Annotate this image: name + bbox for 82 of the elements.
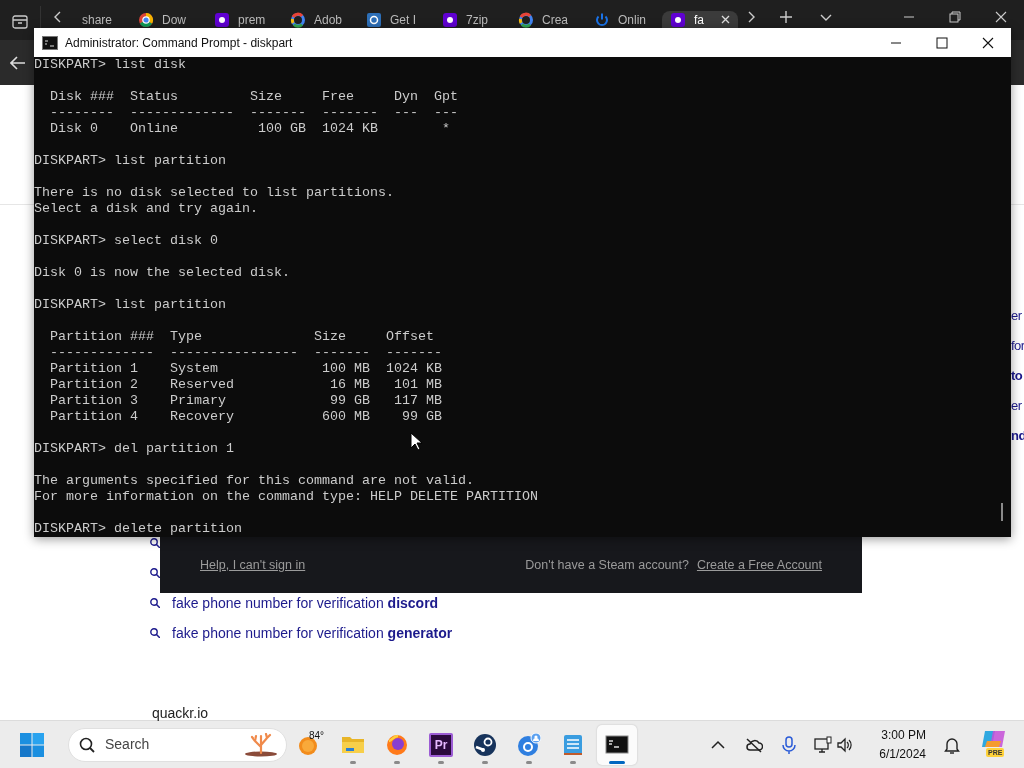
- browser-icon[interactable]: [385, 732, 409, 757]
- browser-tab[interactable]: Get I: [358, 11, 434, 28]
- console-line: Partition 2 Reserved 16 MB 101 MB: [49, 377, 442, 393]
- power-icon: [594, 11, 610, 28]
- close-tab-icon[interactable]: [721, 15, 730, 24]
- ring-logo-icon: [290, 11, 306, 28]
- console-line: Select a disk and try again.: [34, 201, 258, 217]
- tab-actions-icon[interactable]: [12, 15, 28, 29]
- console-line: DISKPART> select disk 0: [34, 233, 218, 249]
- console-line: The arguments specified for this command are not valid.: [34, 473, 474, 489]
- result-text[interactable]: er: [1011, 391, 1022, 421]
- browser-tab[interactable]: Adob: [282, 11, 358, 28]
- network-icon[interactable]: [814, 735, 832, 754]
- result-text[interactable]: er: [1011, 301, 1022, 331]
- browser-tab[interactable]: share: [74, 11, 130, 28]
- browser-tab[interactable]: Crea: [510, 11, 586, 28]
- time-text: 3:00 PM: [881, 726, 926, 744]
- scrollbar-thumb[interactable]: [1001, 503, 1003, 521]
- search-icon: [150, 598, 160, 608]
- console-line: -------- ------------- ------- ------- --- ---: [49, 105, 458, 121]
- coral-icon: [244, 732, 278, 757]
- cloud-off-icon[interactable]: [745, 735, 763, 754]
- console-line: Partition ### Type Size Offset: [49, 329, 434, 345]
- microphone-icon[interactable]: [780, 735, 798, 754]
- result-text[interactable]: to: [1011, 361, 1023, 391]
- console-line: Partition 3 Primary 99 GB 117 MB: [49, 393, 442, 409]
- taskbar-app[interactable]: [597, 724, 637, 765]
- clock-button[interactable]: 3:00 PM 6/1/2024: [862, 722, 926, 767]
- restore-icon[interactable]: [949, 11, 961, 23]
- plus-icon[interactable]: [780, 11, 792, 23]
- browser-tab[interactable]: Onlin: [586, 11, 662, 28]
- console-line: DISKPART> del partition 1: [34, 441, 234, 457]
- browser-tab[interactable]: fa: [662, 11, 738, 28]
- round-logo-icon[interactable]: [473, 732, 497, 757]
- browser-tab[interactable]: 7zip: [434, 11, 510, 28]
- search-icon: [150, 568, 160, 578]
- chevron-left-icon[interactable]: [53, 11, 62, 23]
- console-line: DISKPART> list disk: [34, 57, 186, 73]
- back-arrow-icon[interactable]: [9, 55, 26, 70]
- window-title: Administrator: Command Prompt - diskpart: [65, 34, 293, 52]
- maximize-icon[interactable]: [936, 36, 948, 49]
- date-text: 6/1/2024: [879, 745, 926, 763]
- console-line: Partition 1 System 100 MB 1024 KB: [49, 361, 442, 377]
- cursor-icon: [410, 432, 422, 451]
- search-field[interactable]: Search: [103, 733, 223, 756]
- weather-widget[interactable]: 84°: [289, 724, 329, 765]
- site-name: quackr.io: [152, 705, 209, 721]
- console-line: For more information on the command type: HELP DELETE PARTITION: [34, 489, 538, 505]
- taskbar-app[interactable]: Pr: [421, 724, 461, 765]
- bell-icon[interactable]: [943, 735, 961, 754]
- create-account-link[interactable]: Create a Free Account: [696, 555, 822, 575]
- close-icon[interactable]: [982, 36, 994, 49]
- video-editor-icon[interactable]: Pr: [429, 732, 453, 757]
- search-icon: [79, 736, 95, 753]
- search-bar[interactable]: Search: [68, 727, 287, 762]
- console-icon: [42, 35, 58, 50]
- windows-icon[interactable]: [20, 732, 44, 757]
- browser-tab[interactable]: prem: [206, 11, 282, 28]
- console-line: Disk 0 is now the selected disk.: [34, 265, 290, 281]
- console-line: Partition 4 Recovery 600 MB 99 GB: [49, 409, 442, 425]
- console-line: DISKPART> list partition: [34, 297, 226, 313]
- search-icon: [150, 538, 160, 548]
- browser-tab[interactable]: Dow: [130, 11, 206, 28]
- volume-icon[interactable]: [836, 736, 852, 753]
- profile-app-icon[interactable]: [517, 732, 541, 757]
- assistant-icon[interactable]: [981, 729, 1007, 747]
- search-suggestion[interactable]: fake phone number for verification discord: [172, 592, 439, 614]
- console-line: There is no disk selected to list partitions.: [34, 185, 394, 201]
- console-line: DISKPART> list partition: [34, 153, 226, 169]
- console-line: Disk 0 Online 100 GB 1024 KB *: [49, 121, 450, 137]
- console-line: ------------- ---------------- ------- -------: [49, 345, 442, 361]
- console-line: Disk ### Status Size Free Dyn Gpt: [49, 89, 458, 105]
- console-line: DISKPART> delete partition: [34, 521, 242, 537]
- help-link[interactable]: Help, I can't sign in: [200, 555, 306, 575]
- ring-logo-icon: [518, 11, 534, 28]
- search-icon: [150, 628, 160, 638]
- search-suggestion[interactable]: fake phone number for verification generator: [172, 622, 453, 644]
- result-text[interactable]: for: [1011, 331, 1024, 361]
- terminal-icon[interactable]: [605, 732, 629, 757]
- notepad-icon[interactable]: [561, 732, 585, 757]
- temperature: 84°: [309, 728, 325, 743]
- account-prompt: Don't have a Steam account?: [525, 556, 689, 574]
